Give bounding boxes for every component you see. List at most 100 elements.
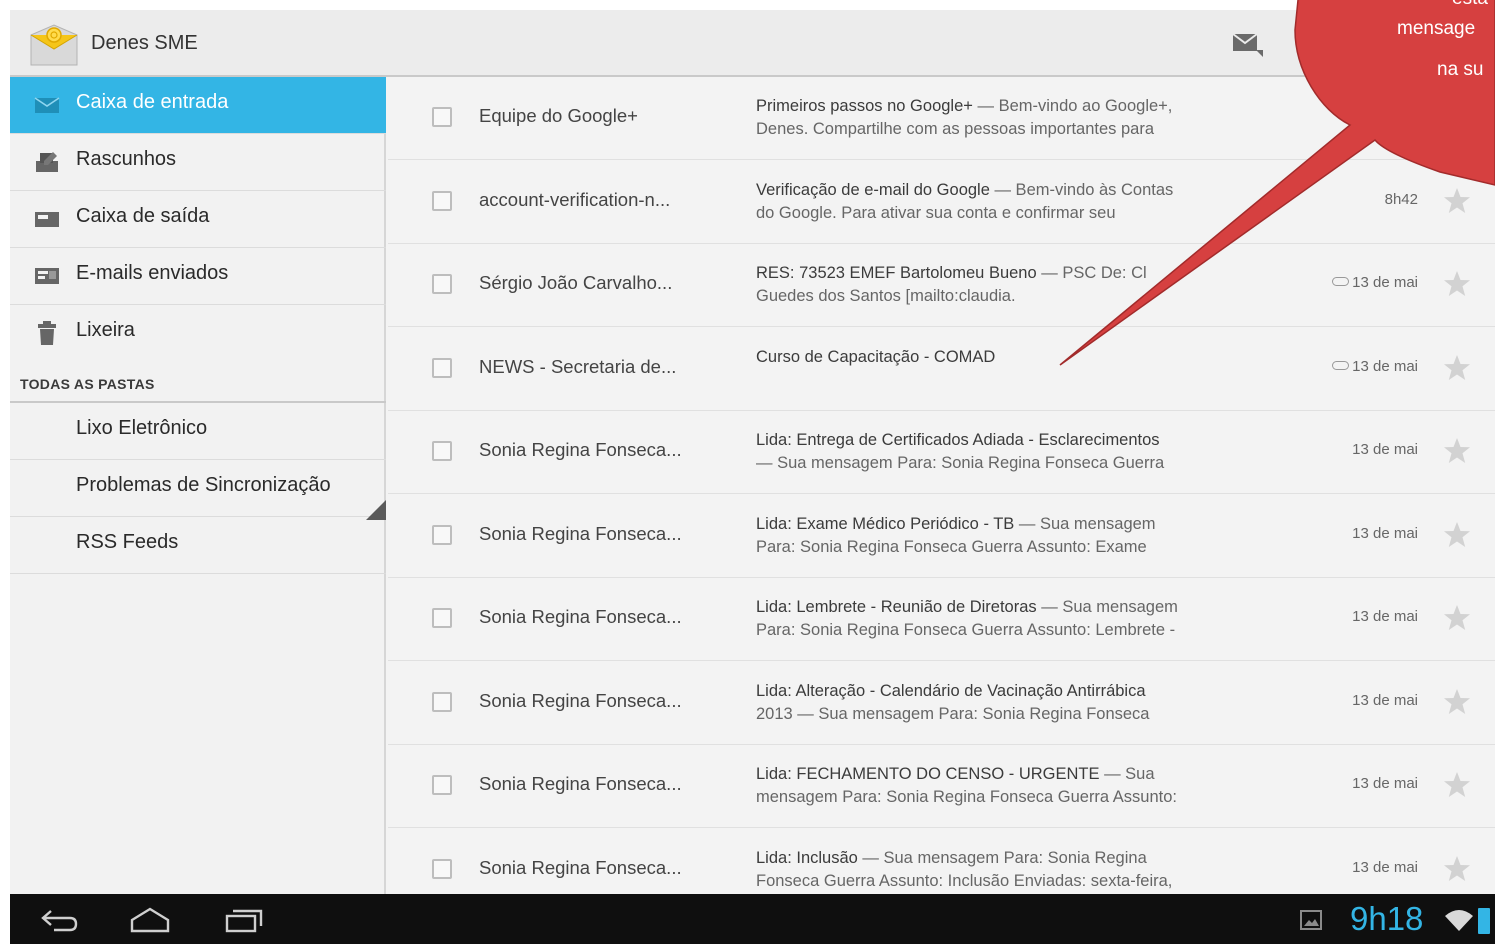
folder-outbox[interactable]: Caixa de saída: [10, 191, 386, 248]
message-snippet-line2: Para: Sonia Regina Fonseca Guerra Assunt…: [756, 537, 1147, 556]
message-snippet-line2: Fonseca Guerra Assunto: Inclusão Enviada…: [756, 871, 1173, 890]
star-icon[interactable]: [1443, 103, 1471, 131]
message-snippet: — Sua mensagem: [1014, 514, 1156, 533]
message-preview: RES: 73523 EMEF Bartolomeu Bueno — PSC D…: [756, 262, 1236, 308]
message-subject: Lida: FECHAMENTO DO CENSO - URGENTE: [756, 765, 1100, 783]
message-row[interactable]: Equipe do Google+ Primeiros passos no Goo…: [388, 77, 1495, 160]
compose-mail-icon[interactable]: [1232, 30, 1264, 58]
message-preview: Lida: Inclusão — Sua mensagem Para: Soni…: [756, 847, 1236, 893]
message-subject: Lida: Exame Médico Periódico - TB: [756, 514, 1015, 533]
message-list: Equipe do Google+ Primeiros passos no Goo…: [388, 77, 1495, 894]
recent-apps-icon[interactable]: [222, 906, 266, 934]
select-checkbox[interactable]: [432, 524, 452, 545]
label-tag-icon: [1332, 277, 1350, 286]
message-preview: Lida: Lembrete - Reunião de Diretoras — …: [756, 596, 1236, 642]
folder-drafts[interactable]: Rascunhos: [10, 134, 386, 191]
message-subject: Lida: Alteração - Calendário de Vacinaçã…: [756, 681, 1146, 700]
star-icon[interactable]: [1443, 855, 1471, 883]
message-sender: Sonia Regina Fonseca...: [479, 689, 682, 711]
select-checkbox[interactable]: [432, 608, 452, 628]
message-snippet: — Sua mensagem Para: Sonia Regina: [857, 848, 1147, 867]
message-subject: Lida: Entrega de Certificados Adiada - E…: [756, 431, 1160, 449]
home-icon[interactable]: [128, 906, 172, 934]
gallery-notification-icon[interactable]: [1300, 910, 1322, 930]
message-date: 8h42: [1384, 190, 1418, 208]
message-snippet-line2: Para: Sonia Regina Fonseca Guerra Assunt…: [756, 621, 1176, 639]
message-sender: account-verification-n...: [479, 188, 671, 210]
drafts-icon: [36, 152, 58, 172]
folder-label: E-mails enviados: [76, 262, 229, 284]
star-icon[interactable]: [1443, 437, 1471, 465]
message-preview: Lida: Exame Médico Periódico - TB — Sua …: [756, 513, 1236, 559]
outbox-icon: [35, 212, 59, 227]
back-icon[interactable]: [36, 906, 80, 934]
message-snippet-line2: 2013 — Sua mensagem Para: Sonia Regina F…: [756, 704, 1150, 723]
message-snippet: — Bem-vindo ao Google+,: [972, 97, 1173, 115]
message-row[interactable]: Sonia Regina Fonseca... Lida: FECHAMENTO …: [388, 745, 1495, 828]
message-date: 13 de mai: [1352, 524, 1418, 542]
message-subject: Lida: Lembrete - Reunião de Diretoras: [756, 598, 1037, 616]
email-app-icon[interactable]: [28, 23, 80, 67]
folder-inbox[interactable]: Caixa de entrada: [10, 77, 386, 134]
select-checkbox[interactable]: [432, 357, 452, 378]
select-checkbox[interactable]: [432, 107, 452, 127]
folder-sync-problems[interactable]: Problemas de Sincronização: [10, 460, 386, 517]
message-date: 13 de mai: [1332, 274, 1418, 291]
select-checkbox[interactable]: [432, 274, 452, 294]
message-row[interactable]: account-verification-n... Verificação de …: [388, 161, 1495, 244]
select-checkbox[interactable]: [432, 858, 452, 879]
action-bar: Denes SME: [10, 10, 1495, 77]
wifi-icon: [1445, 910, 1473, 931]
message-snippet-line2: Guedes dos Santos [mailto:claudia.: [756, 287, 1016, 305]
sent-icon: [35, 268, 59, 284]
select-checkbox[interactable]: [432, 441, 452, 461]
label-tag-icon: [1332, 360, 1350, 370]
message-snippet: — Bem-vindo às Contas: [989, 180, 1174, 199]
message-snippet-line2: do Google. Para ativar sua conta e confi…: [756, 203, 1116, 222]
select-checkbox[interactable]: [432, 775, 452, 795]
message-row[interactable]: Sonia Regina Fonseca... Lida: Lembrete - …: [388, 578, 1495, 661]
message-row[interactable]: Sonia Regina Fonseca... Lida: Exame Médic…: [388, 495, 1495, 578]
message-preview: Curso de Capacitação - COMAD: [756, 346, 1236, 369]
section-header-all-folders: TODAS AS PASTAS: [10, 369, 386, 403]
message-subject: Primeiros passos no Google+: [756, 97, 973, 115]
folder-label: Caixa de saída: [76, 205, 210, 227]
callout-text-line2: mensage: [1397, 18, 1476, 39]
message-row[interactable]: Sérgio João Carvalho... RES: 73523 EMEF B…: [388, 244, 1495, 327]
inbox-icon: [34, 97, 60, 113]
star-icon[interactable]: [1443, 270, 1471, 298]
message-sender: Sérgio João Carvalho...: [479, 272, 673, 293]
select-checkbox[interactable]: [432, 190, 452, 211]
folder-sent[interactable]: E-mails enviados: [10, 248, 386, 305]
star-icon[interactable]: [1443, 521, 1471, 549]
folder-label: Lixeira: [76, 319, 135, 341]
star-icon[interactable]: [1443, 604, 1471, 632]
select-checkbox[interactable]: [432, 691, 452, 712]
message-row[interactable]: Sonia Regina Fonseca... Lida: Inclusão — …: [388, 829, 1495, 895]
message-sender: Sonia Regina Fonseca...: [479, 522, 682, 544]
message-row[interactable]: Sonia Regina Fonseca... Lida: Entrega de …: [388, 411, 1495, 494]
callout-text-line3: na su: [1437, 59, 1484, 80]
trash-icon: [38, 321, 56, 345]
status-clock: 9h18: [1350, 900, 1424, 937]
message-snippet: — PSC De: Cl: [1036, 264, 1147, 282]
message-preview: Lida: FECHAMENTO DO CENSO - URGENTE — Su…: [756, 763, 1236, 809]
folder-trash[interactable]: Lixeira: [10, 305, 386, 362]
message-date: 13 de mai: [1332, 358, 1418, 375]
folder-label: Rascunhos: [76, 148, 177, 170]
message-row[interactable]: Sonia Regina Fonseca... Lida: Alteração -…: [388, 662, 1495, 745]
star-icon[interactable]: [1443, 771, 1471, 799]
message-row[interactable]: NEWS - Secretaria de... Curso de Capacita…: [388, 328, 1495, 411]
star-icon[interactable]: [1443, 688, 1471, 716]
message-date: 13 de mai: [1352, 608, 1418, 625]
star-icon[interactable]: [1443, 354, 1471, 382]
message-snippet-line2: — Sua mensagem Para: Sonia Regina Fonsec…: [756, 454, 1165, 472]
folder-label: Caixa de entrada: [76, 91, 229, 113]
folder-junk[interactable]: Lixo Eletrônico: [10, 403, 386, 460]
folder-rss-feeds[interactable]: RSS Feeds: [10, 517, 386, 574]
account-name[interactable]: Denes SME: [91, 32, 198, 55]
star-icon[interactable]: [1443, 187, 1471, 215]
message-date: 13 de mai: [1352, 441, 1418, 458]
message-subject: Lida: Inclusão: [756, 848, 858, 867]
message-snippet: — Sua: [1099, 765, 1155, 783]
